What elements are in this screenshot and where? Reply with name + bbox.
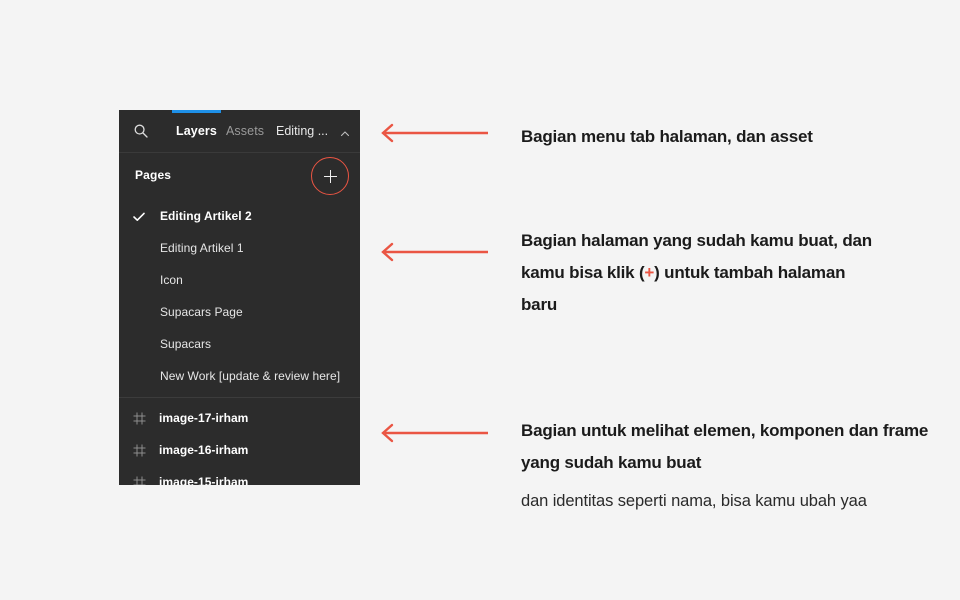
- add-page-button[interactable]: [311, 157, 349, 195]
- page-list-item-supacars[interactable]: Supacars: [119, 328, 360, 360]
- page-list-item-editing-artikel-2[interactable]: Editing Artikel 2: [119, 200, 360, 232]
- page-list-item-label: Editing Artikel 1: [160, 241, 244, 255]
- plus-icon: [323, 169, 337, 183]
- layer-list-item-image-17-irham[interactable]: image-17-irham: [119, 402, 360, 434]
- page-list-item-new-work[interactable]: New Work [update & review here]: [119, 360, 360, 392]
- tab-assets[interactable]: Assets: [226, 123, 264, 139]
- arrow-left-icon-3: [377, 422, 489, 444]
- layer-list-item-label: image-15-irham: [159, 475, 249, 485]
- editing-mode-label: Editing ...: [276, 124, 329, 138]
- page-list-item-editing-artikel-1[interactable]: Editing Artikel 1: [119, 232, 360, 264]
- frame-icon: [133, 444, 146, 457]
- annotation-pages: Bagian halaman yang sudah kamu buat, dan…: [521, 225, 881, 321]
- check-icon: [133, 210, 145, 222]
- page-list-item-supacars-page[interactable]: Supacars Page: [119, 296, 360, 328]
- editing-mode-selector[interactable]: Editing ...: [276, 123, 350, 139]
- annotation-heading: Bagian halaman yang sudah kamu buat, dan…: [521, 225, 881, 321]
- annotation-heading: Bagian untuk melihat elemen, komponen da…: [521, 421, 929, 472]
- layer-list-item-image-15-irham[interactable]: image-15-irham: [119, 466, 360, 485]
- annotation-layers: Bagian untuk melihat elemen, komponen da…: [521, 415, 931, 517]
- search-icon[interactable]: [133, 123, 149, 139]
- pages-list: Editing Artikel 2 Editing Artikel 1 Icon…: [119, 200, 360, 395]
- layers-list: image-17-irham image-16-irham image-15-i…: [119, 398, 360, 485]
- panel-tab-bar: Layers Assets Editing ...: [119, 110, 360, 153]
- page-list-item-label: Icon: [160, 273, 183, 287]
- page-list-item-label: Supacars: [160, 337, 212, 351]
- frame-icon: [133, 476, 146, 485]
- annotation-accent-plus: +: [644, 263, 655, 282]
- page-list-item-label: Editing Artikel 2: [160, 209, 252, 223]
- layer-list-item-label: image-17-irham: [159, 411, 249, 425]
- layer-list-item-label: image-16-irham: [159, 443, 249, 457]
- page-list-item-icon[interactable]: Icon: [119, 264, 360, 296]
- annotation-tabs: Bagian menu tab halaman, dan asset: [521, 121, 921, 153]
- layer-list-item-image-16-irham[interactable]: image-16-irham: [119, 434, 360, 466]
- pages-header: Pages: [119, 153, 360, 200]
- arrow-left-icon-2: [377, 241, 489, 263]
- chevron-up-icon: [340, 126, 350, 137]
- page-list-item-label: New Work [update & review here]: [160, 369, 341, 383]
- annotation-subtext: dan identitas seperti nama, bisa kamu ub…: [521, 492, 867, 510]
- frame-icon: [133, 412, 146, 425]
- tab-layers[interactable]: Layers: [176, 123, 217, 139]
- active-tab-indicator: [172, 110, 221, 113]
- arrow-left-icon-1: [377, 122, 489, 144]
- annotation-heading: Bagian menu tab halaman, dan asset: [521, 127, 813, 146]
- page-list-item-label: Supacars Page: [160, 305, 243, 319]
- pages-title: Pages: [135, 168, 172, 182]
- figma-layers-panel: Layers Assets Editing ... Pages Editing: [119, 110, 360, 485]
